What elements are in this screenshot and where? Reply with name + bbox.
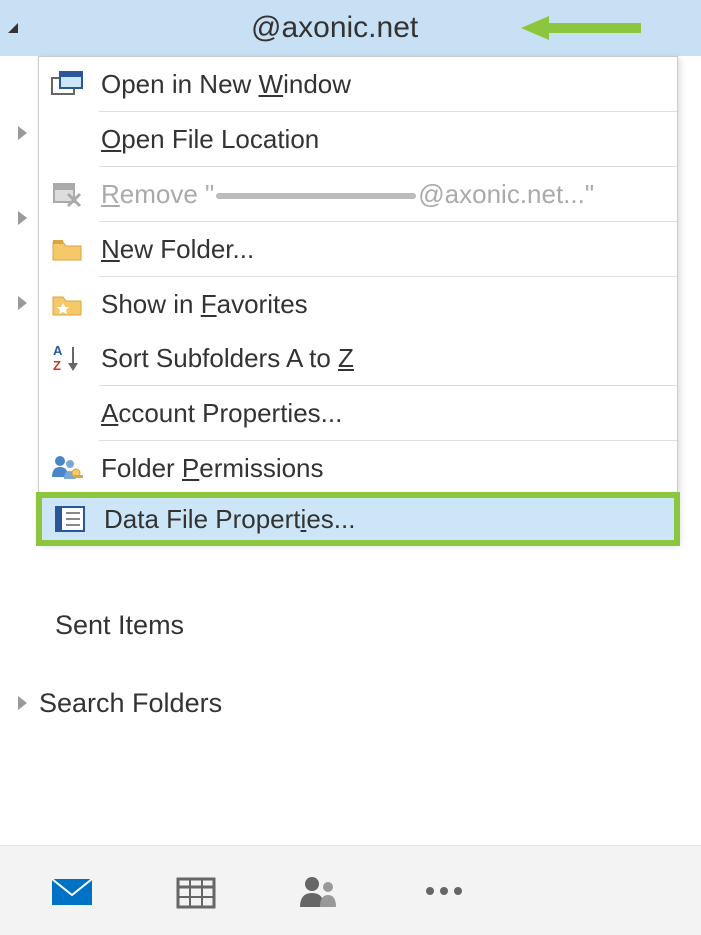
menu-item-new-folder[interactable]: New Folder... <box>39 222 677 276</box>
mail-icon[interactable] <box>50 869 94 913</box>
menu-label: Folder Permissions <box>89 453 324 484</box>
people-icon[interactable] <box>298 869 342 913</box>
list-properties-icon <box>48 497 92 541</box>
menu-label: Data File Properties... <box>92 504 355 535</box>
menu-item-sort-subfolders[interactable]: A Z Sort Subfolders A to Z <box>39 331 677 385</box>
arrow-annotation-icon <box>521 13 641 43</box>
tree-item-sent-items[interactable]: Sent Items <box>0 600 701 650</box>
tree-label: Sent Items <box>55 610 184 641</box>
menu-item-open-new-window[interactable]: Open in New Window <box>39 57 677 111</box>
tree-label: Search Folders <box>39 688 222 719</box>
menu-label: New Folder... <box>89 234 254 265</box>
blank-icon <box>45 391 89 435</box>
svg-text:Z: Z <box>53 358 61 373</box>
folder-icon <box>45 227 89 271</box>
menu-item-remove: Remove "@axonic.net..." <box>39 167 677 221</box>
favorite-folder-icon <box>45 282 89 326</box>
menu-item-show-favorites[interactable]: Show in Favorites <box>39 277 677 331</box>
chevron-right-icon[interactable] <box>18 126 27 140</box>
chevron-right-icon[interactable] <box>18 296 27 310</box>
menu-item-open-file-location[interactable]: Open File Location <box>39 112 677 166</box>
menu-item-folder-permissions[interactable]: Folder Permissions <box>39 441 677 495</box>
menu-item-account-properties[interactable]: Account Properties... <box>39 386 677 440</box>
permissions-icon <box>45 446 89 490</box>
windows-overlap-icon <box>45 62 89 106</box>
menu-label: Open File Location <box>89 124 319 155</box>
menu-label: Open in New Window <box>89 69 351 100</box>
calendar-icon[interactable] <box>174 869 218 913</box>
chevron-right-icon[interactable] <box>18 211 27 225</box>
remove-calendar-icon <box>45 172 89 216</box>
context-menu: Open in New Window Open File Location Re… <box>38 56 678 544</box>
background-tree <box>18 90 39 345</box>
menu-label: Sort Subfolders A to Z <box>89 343 354 374</box>
more-icon[interactable] <box>422 869 466 913</box>
collapse-triangle-icon[interactable] <box>8 23 18 33</box>
svg-text:A: A <box>53 343 63 358</box>
sort-az-icon: A Z <box>45 336 89 380</box>
menu-label: Remove "@axonic.net..." <box>89 179 594 210</box>
account-label: @axonic.net <box>251 11 418 45</box>
blank-icon <box>45 117 89 161</box>
account-header[interactable]: @axonic.net <box>0 0 701 56</box>
tree-item-search-folders[interactable]: Search Folders <box>0 678 701 728</box>
redacted-text <box>216 193 416 199</box>
menu-item-data-file-properties[interactable]: Data File Properties... <box>36 492 680 546</box>
menu-label: Show in Favorites <box>89 289 308 320</box>
bottom-nav-bar <box>0 845 701 935</box>
menu-label: Account Properties... <box>89 398 342 429</box>
chevron-right-icon[interactable] <box>18 696 27 710</box>
